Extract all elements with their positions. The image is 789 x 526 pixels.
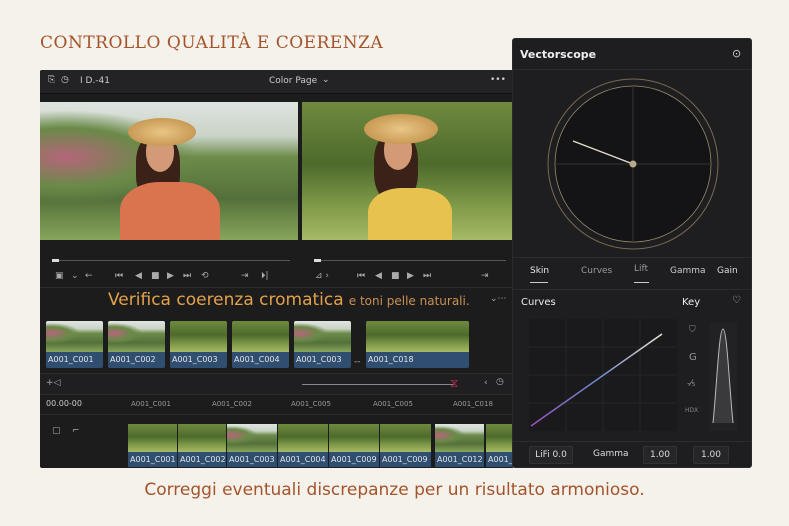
curves-graph[interactable] bbox=[529, 319, 677, 431]
tab-skin[interactable]: Skin bbox=[530, 266, 549, 276]
timeline-clip[interactable]: A001_C002 bbox=[178, 424, 227, 467]
mark-icon[interactable]: ⏵| bbox=[261, 271, 275, 281]
skip-forward-icon[interactable]: ⏭ bbox=[423, 271, 481, 281]
gamma-field[interactable]: 1.00 bbox=[643, 446, 677, 464]
skip-forward-icon[interactable]: ⏭ bbox=[183, 271, 201, 281]
key-title: Key bbox=[682, 297, 701, 308]
heart-icon[interactable]: ♡ bbox=[732, 295, 741, 306]
track-icon[interactable]: ▢ bbox=[52, 426, 61, 436]
timeline-clip[interactable]: A001_C012 bbox=[435, 424, 485, 467]
thumbnail[interactable]: A001_C001 bbox=[46, 321, 103, 368]
thumbnail[interactable]: A001_C003 bbox=[170, 321, 227, 368]
step-back-icon[interactable]: ◀ bbox=[135, 271, 151, 281]
gamma-label: Gamma bbox=[593, 449, 629, 459]
key-icon-g[interactable]: G bbox=[689, 352, 697, 363]
tab-gamma[interactable]: Gamma bbox=[670, 266, 706, 276]
playhead-left[interactable] bbox=[52, 259, 59, 262]
page-title: CONTROLLO QUALITÀ E COERENZA bbox=[40, 33, 384, 53]
thumbnail[interactable]: A001_C004 bbox=[232, 321, 289, 368]
chevron-down-icon[interactable]: ⌄ bbox=[71, 271, 85, 281]
vectorscope-graph bbox=[547, 78, 719, 250]
clip-id: I D.-41 bbox=[80, 76, 111, 86]
skip-back-icon[interactable]: ⏮ bbox=[357, 271, 375, 281]
timeline-clip[interactable]: A001_C001 bbox=[128, 424, 178, 467]
ruler-label: A001_C018 bbox=[453, 400, 493, 408]
transport-left: ▣ ⌄ ← ⏮ ◀ ■ ▶ ⏭ ⟲ ⇥ ⏵| bbox=[55, 271, 295, 281]
thumbnail[interactable]: A001_C003 bbox=[294, 321, 351, 368]
timecode: 00.00-00 bbox=[46, 399, 82, 408]
tab-curves[interactable]: Curves bbox=[581, 266, 612, 276]
timeline-toolbar: +◁ ⧖ ‹ ◷ bbox=[40, 373, 514, 395]
step-back-icon[interactable]: ◀ bbox=[375, 271, 391, 281]
key-graph bbox=[709, 323, 737, 431]
top-bar: ⎘ ◷ I D.-41 Color Page ⌄ ••• bbox=[40, 70, 514, 94]
timeline-clip[interactable]: A001_C bbox=[486, 424, 514, 467]
skip-back-icon[interactable]: ⏮ bbox=[115, 271, 135, 281]
overlay-subline: e toni pelle naturali. bbox=[348, 294, 470, 308]
more-menu-button[interactable]: ••• bbox=[490, 75, 506, 85]
key-icon-hdx[interactable]: HDX bbox=[685, 407, 698, 414]
options-icon[interactable]: ⌄⋯ bbox=[490, 294, 507, 304]
color-page-window: ⎘ ◷ I D.-41 Color Page ⌄ ••• ▣ ⌄ ← ⏮ ◀ ■… bbox=[40, 70, 514, 468]
viewer-target bbox=[302, 102, 514, 240]
ruler-label: A001_C001 bbox=[131, 400, 171, 408]
overlay-text: Verifica coerenza cromatica e toni pelle… bbox=[108, 290, 470, 310]
back-icon[interactable]: ← bbox=[85, 271, 115, 281]
center-dot bbox=[629, 160, 637, 168]
transport-right: ⊿ › ⏮ ◀ ■ ▶ ⏭ ⇥ bbox=[315, 271, 505, 281]
thumbnail[interactable]: A001_C018 bbox=[366, 321, 469, 368]
zoom-slider[interactable] bbox=[302, 384, 454, 385]
ruler-label: A001_C002 bbox=[212, 400, 252, 408]
page-selector[interactable]: Color Page bbox=[269, 76, 317, 86]
thumbnail[interactable]: A001_C002 bbox=[108, 321, 165, 368]
playhead-right[interactable] bbox=[314, 259, 321, 262]
check-circle-icon[interactable]: ⊙ bbox=[732, 47, 741, 60]
ruler-label: A001_C005 bbox=[373, 400, 413, 408]
timeline-clip[interactable]: A001_C009 bbox=[380, 424, 432, 467]
chevron-left-icon[interactable]: ‹ bbox=[484, 378, 488, 388]
thumb-separator: -- bbox=[354, 357, 361, 367]
eyedropper-icon[interactable]: ⛉ bbox=[689, 325, 696, 335]
loop-icon[interactable]: ⟲ bbox=[201, 271, 241, 281]
monitor-icon[interactable]: ▣ bbox=[55, 271, 71, 281]
caption: Correggi eventuali discrepanze per un ri… bbox=[144, 480, 645, 500]
stop-icon[interactable]: ■ bbox=[391, 271, 407, 281]
ruler-label: A001_C005 bbox=[291, 400, 331, 408]
tab-gain[interactable]: Gain bbox=[717, 266, 738, 276]
vectorscope-title: Vectorscope bbox=[520, 48, 597, 61]
scopes-panel: Vectorscope ⊙ Skin Curves Lift Gamma Gai… bbox=[512, 38, 752, 468]
wipe-icon[interactable]: ⊿ › bbox=[315, 271, 357, 281]
lock-icon[interactable]: ⌐ bbox=[72, 426, 80, 436]
scrubber-right[interactable] bbox=[314, 260, 506, 261]
lift-field[interactable]: LiFi 0.0 bbox=[529, 446, 573, 464]
viewer-reference bbox=[40, 102, 298, 240]
play-icon[interactable]: ▶ bbox=[407, 271, 423, 281]
tab-lift[interactable]: Lift bbox=[634, 264, 648, 274]
key-icon-ratio[interactable]: -⁄₅ bbox=[687, 379, 695, 389]
timeline-clip[interactable]: A001_C009 bbox=[329, 424, 380, 467]
next-edit-icon[interactable]: ⇥ bbox=[481, 271, 489, 281]
stop-icon[interactable]: ■ bbox=[151, 271, 167, 281]
next-edit-icon[interactable]: ⇥ bbox=[241, 271, 261, 281]
clock-icon[interactable]: ◷ bbox=[496, 377, 504, 387]
scrubber-left[interactable] bbox=[52, 260, 290, 261]
chevron-down-icon[interactable]: ⌄ bbox=[322, 75, 330, 85]
play-icon[interactable]: ▶ bbox=[167, 271, 183, 281]
clock-icon[interactable]: ◷ bbox=[61, 75, 69, 85]
overlay-headline: Verifica coerenza cromatica bbox=[108, 290, 344, 310]
playhead-marker-icon[interactable]: ⧖ bbox=[450, 376, 458, 391]
insert-icon[interactable]: +◁ bbox=[46, 378, 60, 388]
bookmark-icon[interactable]: ⎘ bbox=[48, 75, 55, 85]
timeline-clip[interactable]: A001_C003 bbox=[227, 424, 278, 467]
gain-field[interactable]: 1.00 bbox=[693, 446, 729, 464]
curves-title: Curves bbox=[521, 297, 556, 308]
timeline-clip[interactable]: A001_C004 bbox=[278, 424, 329, 467]
